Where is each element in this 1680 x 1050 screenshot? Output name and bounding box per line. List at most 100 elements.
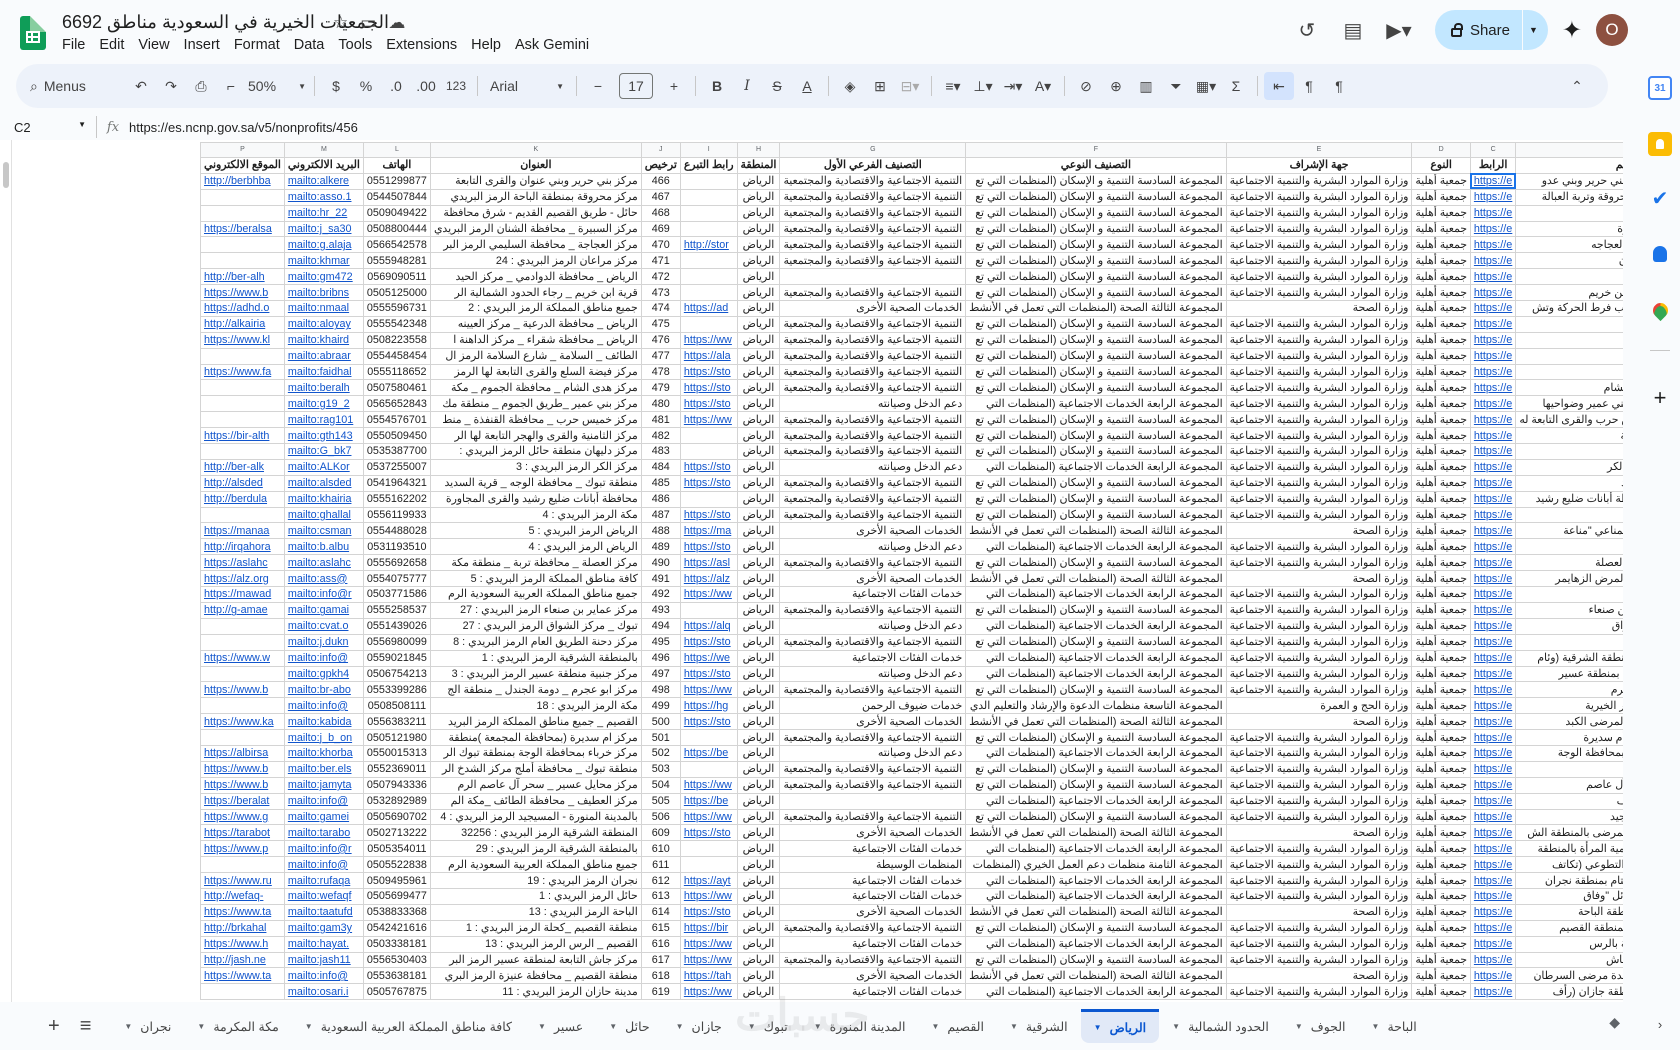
cell-name[interactable]: جمعية البر الخيرية بالعطيف xyxy=(1515,792,1623,810)
cell-name[interactable]: جمعية العيينه الخيرية xyxy=(1515,315,1623,333)
cell-phone[interactable]: 0505767875 xyxy=(362,983,431,1001)
cell-category[interactable]: المجموعة الرابعة الخدمات الاجتماعية (الم… xyxy=(965,395,1227,413)
percent-format-button[interactable]: % xyxy=(351,72,381,100)
cell-sub-category[interactable]: التنمية الاجتماعية والاقتصادية والمجتمعي… xyxy=(779,236,967,254)
cell-address[interactable]: منطقة القصيم _كحلة الرمز البريدي : 1 xyxy=(429,919,642,937)
print-icon[interactable]: ⎙ xyxy=(186,72,216,100)
cell-supervisor[interactable]: وزارة الموارد البشرية والتنمية الاجتماعي… xyxy=(1225,220,1413,238)
cell-type[interactable]: جمعية أهلية xyxy=(1411,792,1471,810)
cell-donate-link[interactable] xyxy=(679,840,738,858)
cell-email[interactable]: mailto:gth143 xyxy=(283,427,364,445)
cell-type[interactable]: جمعية أهلية xyxy=(1411,824,1471,842)
cell-sub-category[interactable]: التنمية الاجتماعية والاقتصادية والمجتمعي… xyxy=(779,252,967,270)
cell-sub-category[interactable]: التنمية الاجتماعية والاقتصادية والمجتمعي… xyxy=(779,443,967,460)
cell-address[interactable]: قرية ابن خريم _ رجاء الحدود الشمالية الر xyxy=(429,284,642,302)
cell-sub-category[interactable]: التنمية الاجتماعية والاقتصادية والمجتمعي… xyxy=(779,633,967,651)
cell-sub-category[interactable] xyxy=(779,268,967,286)
cell-license[interactable]: 617 xyxy=(640,951,681,969)
cell-donate-link[interactable] xyxy=(679,268,738,286)
cell-email[interactable]: mailto:tarabo xyxy=(283,824,364,842)
cell-region[interactable]: الرياض xyxy=(736,315,781,333)
cell-phone[interactable]: 0502713222 xyxy=(362,824,431,842)
cell-address[interactable]: القصيم _ الرس الرمز البريدي : 13 xyxy=(429,935,642,953)
cell-website[interactable]: https://www.b xyxy=(200,284,285,302)
cell-email[interactable]: mailto:ghallal xyxy=(283,506,364,524)
cell-category[interactable]: المجموعة السادسة التنمية و الإسكان (المن… xyxy=(965,411,1227,429)
cell-sub-category[interactable]: الخدمات الصحية الأخرى xyxy=(779,824,967,842)
cell-website[interactable]: http://ber-alk xyxy=(200,458,285,476)
cell-region[interactable]: الرياض xyxy=(736,458,781,476)
cell-donate-link[interactable]: https://ww xyxy=(679,411,738,429)
cell-address[interactable]: القصيم _ جميع مناطق المملكة الرمز البريد xyxy=(429,713,642,731)
cell-phone[interactable]: 0555542348 xyxy=(362,315,431,333)
cell-donate-link[interactable]: https://sto xyxy=(679,633,738,651)
cell-link[interactable]: https://e xyxy=(1469,617,1517,635)
cell-email[interactable]: mailto:info@r xyxy=(283,586,364,603)
cell-region[interactable]: الرياض xyxy=(736,887,781,905)
cell-link[interactable]: https://e xyxy=(1469,347,1517,365)
cell-address[interactable]: حائل الرمز البريدي : 1 xyxy=(429,887,642,905)
cell-name[interactable]: جمعية البر الخيرية بوادي بني عمير وضواحي… xyxy=(1515,395,1623,413)
cell-donate-link[interactable]: https://sto xyxy=(679,665,738,683)
cell-address[interactable]: مركز السبيرة _ محافظة الشنان الرمز البري… xyxy=(429,220,642,238)
cell-supervisor[interactable]: وزارة الموارد البشرية والتنمية الاجتماعي… xyxy=(1225,538,1413,556)
cell-phone[interactable]: 0553638181 xyxy=(362,967,431,985)
cell-sub-category[interactable]: التنمية الاجتماعية والاقتصادية والمجتمعي… xyxy=(779,379,967,397)
currency-format-button[interactable]: $ xyxy=(321,72,351,100)
cell-license[interactable]: 483 xyxy=(640,443,681,460)
cell-email[interactable]: mailto:j_b_on xyxy=(283,729,364,746)
cell-sub-category[interactable]: الخدمات الصحية الأخرى xyxy=(779,522,967,540)
cell-supervisor[interactable]: وزارة الموارد البشرية والتنمية الاجتماعي… xyxy=(1225,744,1413,762)
cell-supervisor[interactable]: وزارة الموارد البشرية والتنمية الاجتماعي… xyxy=(1225,856,1413,874)
menu-item-help[interactable]: Help xyxy=(464,37,508,53)
menu-item-view[interactable]: View xyxy=(131,37,176,53)
cell-category[interactable]: المجموعة الرابعة الخدمات الاجتماعية (الم… xyxy=(965,586,1227,603)
cell-donate-link[interactable] xyxy=(679,856,738,874)
cell-link[interactable]: https://e xyxy=(1469,204,1517,222)
cell-address[interactable]: جميع مناطق المملكة العربية السعودية الرم xyxy=(429,586,642,603)
cell-email[interactable]: mailto:nmaal xyxy=(283,300,364,317)
cell-link[interactable]: https://e xyxy=(1469,490,1517,508)
cell-sub-category[interactable]: التنمية الاجتماعية والاقتصادية والمجتمعي… xyxy=(779,919,967,937)
vertical-align-icon[interactable]: ⊥▾ xyxy=(968,72,998,100)
column-letter[interactable]: C xyxy=(1469,142,1517,158)
cell-region[interactable]: الرياض xyxy=(736,347,781,365)
cell-category[interactable]: المجموعة السادسة التنمية و الإسكان (المن… xyxy=(965,808,1227,826)
cell-link[interactable]: https://e xyxy=(1469,252,1517,270)
cell-phone[interactable]: 0556530403 xyxy=(362,951,431,969)
cell-address[interactable]: مركز فيضة السلع والقرى التابعة لها الرمز xyxy=(429,363,642,381)
header-cell-link[interactable]: الرابط xyxy=(1469,157,1517,174)
cell-type[interactable]: جمعية أهلية xyxy=(1411,951,1471,969)
cell-region[interactable]: الرياض xyxy=(736,713,781,731)
cell-sub-category[interactable]: دعم الدخل وصيانته xyxy=(779,395,967,413)
cell-license[interactable]: 616 xyxy=(640,935,681,953)
cell-email[interactable]: mailto:ALKor xyxy=(283,458,364,476)
chevron-down-icon[interactable]: ▼ xyxy=(931,1022,939,1031)
cloud-status-icon[interactable]: ☁ xyxy=(388,13,405,33)
cell-license[interactable]: 618 xyxy=(640,967,681,985)
redo-icon[interactable]: ↷ xyxy=(156,72,186,100)
cell-category[interactable]: المجموعة السادسة التنمية و الإسكان (المن… xyxy=(965,204,1227,222)
cell-category[interactable]: المجموعة الرابعة الخدمات الاجتماعية (الم… xyxy=(965,872,1227,889)
cell-phone[interactable]: 0505690702 xyxy=(362,808,431,826)
text-rotation-icon[interactable]: A▾ xyxy=(1028,72,1058,100)
cell-category[interactable]: المجموعة السادسة التنمية و الإسكان (المن… xyxy=(965,474,1227,492)
chevron-down-icon[interactable]: ▼ xyxy=(748,1022,756,1031)
cell-supervisor[interactable]: وزارة الصحة xyxy=(1225,522,1413,540)
cell-link[interactable]: https://e xyxy=(1469,792,1517,810)
cell-supervisor[interactable]: وزارة الموارد البشرية والتنمية الاجتماعي… xyxy=(1225,252,1413,270)
insert-link-icon[interactable]: ⊘ xyxy=(1071,72,1101,100)
cell-phone[interactable]: 0535387700 xyxy=(362,443,431,460)
cell-donate-link[interactable]: https://be xyxy=(679,792,738,810)
cell-category[interactable]: المجموعة السادسة التنمية و الإسكان (المن… xyxy=(965,601,1227,619)
cell-category[interactable]: المجموعة السادسة التنمية و الإسكان (المن… xyxy=(965,188,1227,206)
cell-website[interactable]: http://irqahora xyxy=(200,538,285,556)
cell-phone[interactable]: 0553399286 xyxy=(362,681,431,699)
cell-region[interactable]: الرياض xyxy=(736,188,781,206)
cell-link[interactable]: https://e xyxy=(1469,331,1517,349)
cell-link[interactable]: https://e xyxy=(1469,649,1517,667)
font-select[interactable]: Arial ▼ xyxy=(484,72,570,100)
cell-type[interactable]: جمعية أهلية xyxy=(1411,601,1471,619)
cell-sub-category[interactable]: التنمية الاجتماعية والاقتصادية والمجتمعي… xyxy=(779,284,967,302)
cell-category[interactable]: المجموعة السادسة التنمية و الإسكان (المن… xyxy=(965,506,1227,524)
